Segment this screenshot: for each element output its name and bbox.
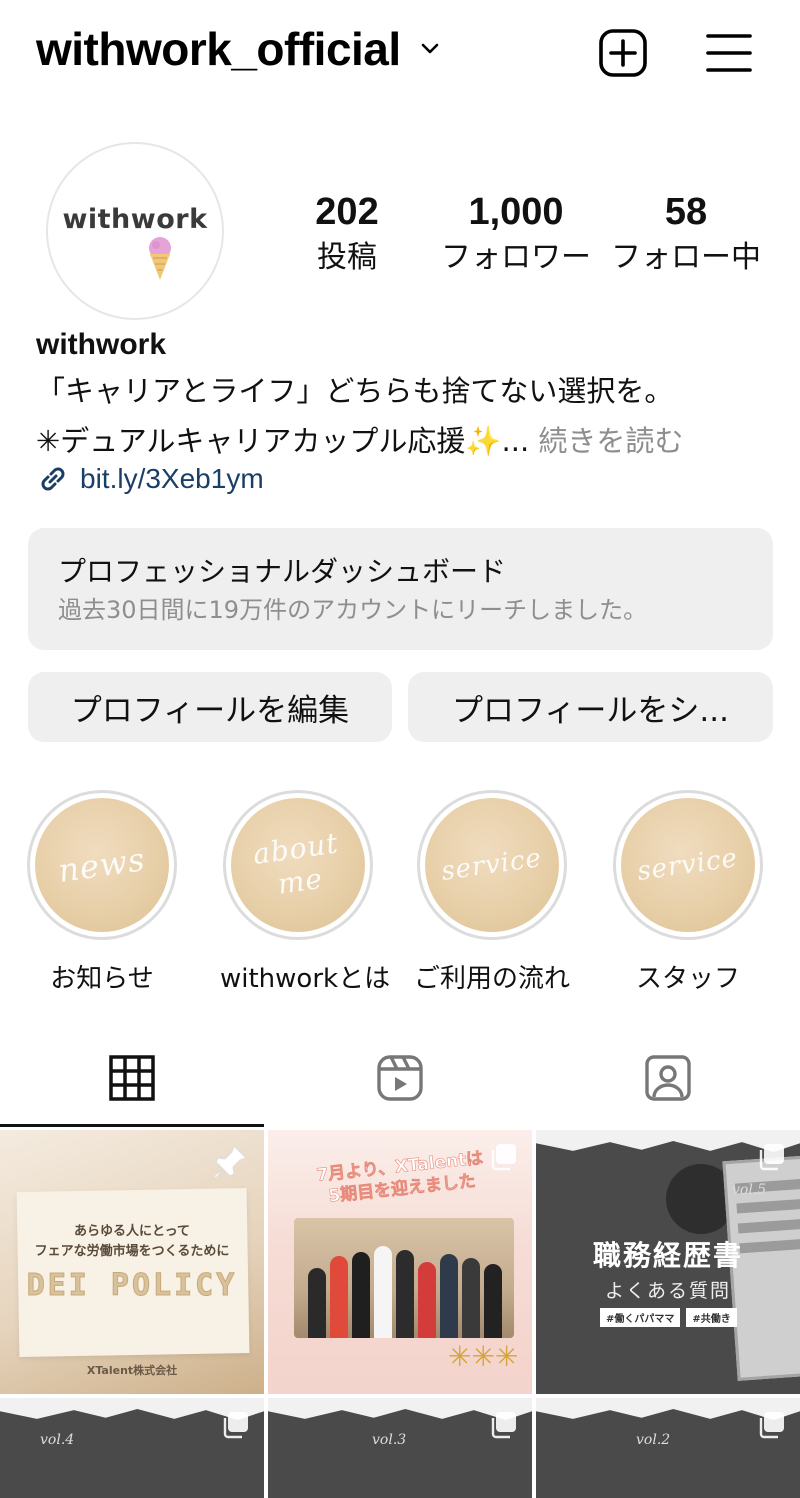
stat-following[interactable]: 58 フォロー中 [606,190,766,280]
post-subtitle: よくある質問 [604,1280,731,1302]
post-tag: #共働き [686,1308,737,1327]
stat-following-label: フォロー中 [611,240,761,275]
stat-posts[interactable]: 202 投稿 [292,190,402,280]
bio-link[interactable]: bit.ly/3Xeb1ym [36,462,264,496]
menu-icon[interactable] [704,28,754,78]
stat-posts-count: 202 [315,191,379,233]
post-headline: DEI POLICY [26,1268,238,1304]
dashboard-subtitle: 過去30日間に19万件のアカウントにリーチしました。 [58,596,648,624]
highlight-ring: service [613,790,763,940]
post-volume: vol.3 [372,1432,407,1448]
post-tags: #働くパパママ #共働き [600,1308,737,1327]
stat-followers-label: フォロワー [441,240,591,275]
post-volume: vol.5 [732,1182,767,1198]
person-figure [396,1250,414,1338]
avatar[interactable]: withwork [46,142,224,320]
chevron-down-icon [421,43,438,54]
multiple-photos-icon [491,1144,516,1171]
link-icon [41,467,65,491]
highlight-news[interactable]: news お知らせ [24,790,180,995]
group-photo [294,1218,514,1338]
share-profile-button[interactable]: プロフィールをシ... [408,672,773,742]
highlight-ring: about me [223,790,373,940]
highlight-cover: about me [231,798,365,932]
person-figure [352,1252,370,1338]
post-company: XTalent株式会社 [86,1364,178,1377]
stat-followers-count: 1,000 [468,191,564,233]
top-bar: withwork_official [0,0,800,110]
highlight-service[interactable]: service ご利用の流れ [414,790,570,995]
highlight-label: スタッフ [635,964,740,994]
post-tile-dei-policy[interactable]: あらゆる人にとって フェアな労働市場をつくるために DEI POLICY XTa… [0,1130,264,1394]
sparkle-icon: ✳✳✳ [448,1340,519,1373]
post-tile-vol3[interactable]: vol.3 [268,1398,532,1498]
highlight-cover-text: news [56,840,148,890]
edit-profile-button[interactable]: プロフィールを編集 [28,672,392,742]
person-figure [374,1246,392,1338]
pin-icon [213,1145,247,1179]
multiple-photos-icon [759,1144,784,1171]
post-volume: vol.2 [636,1432,671,1448]
ice-cream-icon [149,237,171,280]
stat-posts-label: 投稿 [317,240,377,275]
post-text: フェアな労働市場をつくるために [34,1244,230,1259]
highlight-ring: service [417,790,567,940]
highlight-cover: service [621,798,755,932]
post-text: あらゆる人にとって [74,1224,190,1239]
multiple-photos-icon [223,1412,248,1439]
reels-icon [377,1055,423,1101]
tab-reels[interactable] [268,1030,532,1126]
post-volume: vol.4 [40,1432,75,1448]
bio-line-2-text: ✳デュアルキャリアカップル応援✨... [36,424,530,458]
account-switcher[interactable]: withwork_official [36,22,441,76]
keyboard-row [737,1218,800,1234]
person-figure [462,1258,480,1338]
plus-square-icon[interactable] [598,28,648,78]
highlight-label: ご利用の流れ [414,964,571,994]
keyboard-row [736,1198,800,1214]
highlight-staff[interactable]: service スタッフ [610,790,766,995]
bio-link-text: bit.ly/3Xeb1ym [80,463,264,494]
post-tile-5th-anniversary[interactable]: 7月より、XTalentは 5期目を迎えました ✳✳✳ [268,1130,532,1394]
grid-icon [109,1055,155,1101]
profile-display-name: withwork [36,328,167,361]
post-tile-vol4[interactable]: vol.4 [0,1398,264,1498]
person-figure [418,1262,436,1338]
highlight-cover-text: about me [250,826,341,901]
username-label: withwork_official [36,23,401,75]
highlight-label: お知らせ [50,964,154,994]
multiple-photos-icon [759,1412,784,1439]
highlight-cover-text: service [439,843,545,887]
highlight-ring: news [27,790,177,940]
post-tile-vol2[interactable]: vol.2 [536,1398,800,1498]
person-figure [308,1268,326,1338]
post-tile-resume-faq[interactable]: vol.5 職務経歴書 よくある質問 #働くパパママ #共働き [536,1130,800,1394]
person-figure [484,1264,502,1338]
bio-line-2: ✳デュアルキャリアカップル応援✨... 続きを読む [36,418,683,460]
post-headline: 職務経歴書 [592,1239,743,1272]
multiple-photos-icon [491,1412,516,1439]
highlight-cover: service [425,798,559,932]
stat-followers[interactable]: 1,000 フォロワー [436,190,596,280]
highlight-cover-text: service [635,843,741,887]
bio-line-1: 「キャリアとライフ」どちらも捨てない選択を。 [36,374,674,408]
read-more-link[interactable]: 続きを読む [529,424,683,458]
professional-dashboard-card[interactable]: プロフェッショナルダッシュボード 過去30日間に19万件のアカウントにリーチしま… [28,528,773,650]
avatar-logo-text: withwork [62,203,208,235]
tagged-icon [645,1055,691,1101]
highlight-label: withworkとは [220,964,391,994]
person-figure [330,1256,348,1338]
highlight-about[interactable]: about me withworkとは [220,790,391,995]
person-figure [440,1254,458,1338]
highlight-cover: news [35,798,169,932]
dashboard-title: プロフェッショナルダッシュボード [58,555,507,588]
tab-posts-grid[interactable] [0,1030,264,1126]
tab-tagged[interactable] [536,1030,800,1126]
post-tag: #働くパパママ [600,1308,681,1327]
stat-following-count: 58 [664,191,708,233]
active-tab-indicator [0,1124,264,1127]
